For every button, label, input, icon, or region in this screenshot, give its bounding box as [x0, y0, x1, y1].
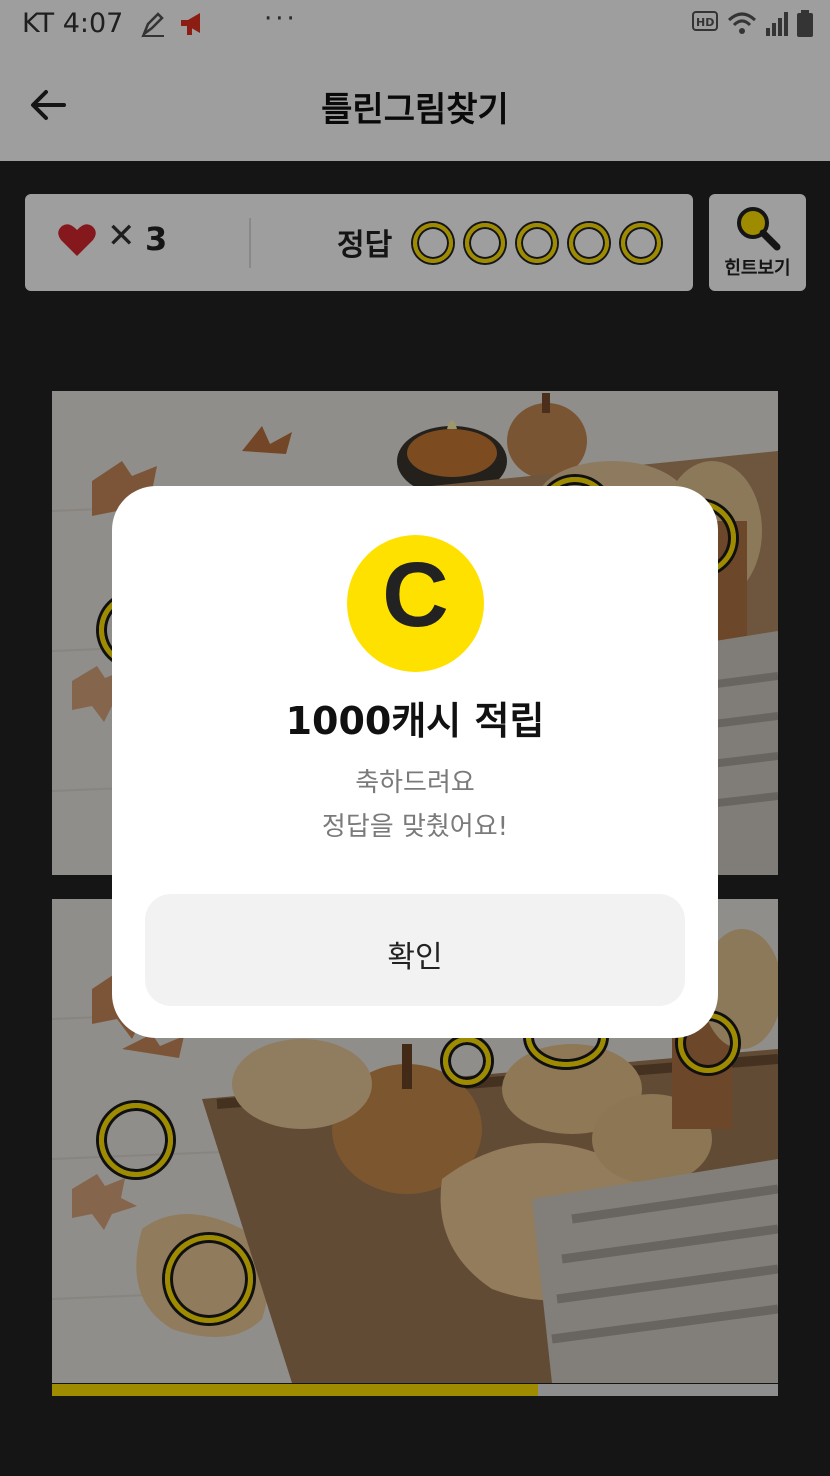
cash-coin-icon: C	[347, 535, 484, 672]
message-line-1: 축하드려요	[355, 768, 475, 798]
confirm-button[interactable]: 확인	[145, 894, 685, 1006]
confirm-label: 확인	[387, 941, 443, 974]
message-line-2: 정답을 맞췄어요!	[321, 812, 509, 842]
reward-dialog: C 1000캐시 적립 축하드려요 정답을 맞췄어요! 확인	[112, 486, 718, 1038]
reward-title: 1000캐시 적립	[285, 699, 545, 743]
coin-letter: C	[382, 544, 449, 646]
